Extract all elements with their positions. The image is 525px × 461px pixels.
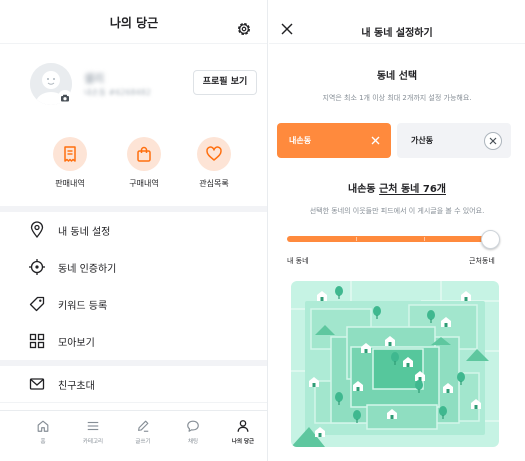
chat-icon bbox=[187, 420, 199, 432]
range-title: 내손동 근처 동네 76개 bbox=[269, 180, 525, 195]
sales-history-label: 판매내역 bbox=[55, 179, 85, 188]
section-title: 동네 선택 bbox=[376, 71, 418, 82]
profile-section[interactable]: 셀리 내손동 #6268482 프로필 보기 bbox=[0, 44, 267, 120]
neighborhood-map-illustration bbox=[291, 281, 499, 447]
tab-write[interactable]: 글쓰기 bbox=[118, 419, 168, 445]
slider-step-mark bbox=[424, 237, 425, 241]
menu-item-label: 내 동네 설정 bbox=[58, 227, 111, 238]
neighborhood-settings-screen: 내 동네 설정하기 동네 선택 지역은 최소 1개 이상 최대 2개까지 설정 … bbox=[269, 0, 525, 461]
top-bar: 내 동네 설정하기 bbox=[269, 0, 525, 44]
receipt-icon bbox=[64, 146, 76, 162]
top-bar: 나의 당근 bbox=[0, 0, 267, 44]
page-title: 내 동네 설정하기 bbox=[361, 28, 433, 39]
wishlist-button[interactable]: 관심목록 bbox=[186, 137, 242, 189]
section-description: 지역은 최소 1개 이상 최대 2개까지 설정 가능해요. bbox=[322, 94, 472, 102]
slider-max-label: 근처동네 bbox=[469, 257, 495, 265]
tab-label: 나의 당근 bbox=[231, 439, 255, 445]
purchase-history-button[interactable]: 구매내역 bbox=[116, 137, 172, 189]
range-description: 선택한 동네의 이웃들만 피드에서 이 게시글을 볼 수 있어요. bbox=[309, 207, 485, 215]
neighborhood-chip[interactable]: 가산동 bbox=[397, 123, 511, 158]
tab-label: 글쓰기 bbox=[135, 439, 151, 445]
menu-item-label: 키워드 등록 bbox=[58, 301, 108, 312]
envelope-icon bbox=[29, 378, 45, 390]
profile-user-id: 내손동 #6268482 bbox=[84, 88, 151, 97]
person-icon bbox=[237, 420, 249, 432]
tab-chat[interactable]: 채팅 bbox=[168, 419, 218, 445]
tab-category[interactable]: 카테고리 bbox=[68, 419, 118, 445]
menu-item-label: 동네 인증하기 bbox=[58, 264, 117, 275]
my-karrot-screen: 나의 당근 셀리 내손동 #6268482 프로필 보기 판매내역 구매내역 관… bbox=[0, 0, 268, 461]
purchase-history-label: 구매내역 bbox=[129, 179, 159, 188]
shopping-bag-icon bbox=[137, 146, 151, 162]
view-profile-button[interactable]: 프로필 보기 bbox=[193, 70, 257, 95]
menu-item-invite-friends[interactable]: 친구초대 bbox=[0, 366, 267, 402]
target-icon bbox=[29, 259, 45, 275]
range-slider-handle[interactable] bbox=[481, 230, 500, 249]
grid-icon bbox=[29, 333, 45, 349]
range-slider-track[interactable] bbox=[287, 236, 493, 242]
wishlist-label: 관심목록 bbox=[199, 179, 229, 188]
menu-item-my-neighborhood[interactable]: 내 동네 설정 bbox=[0, 212, 267, 248]
menu-icon bbox=[87, 421, 99, 431]
bottom-tab-bar: 홈 카테고리 글쓰기 채팅 나의 당근 bbox=[0, 410, 267, 461]
menu-item-collections[interactable]: 모아보기 bbox=[0, 323, 267, 359]
pencil-icon bbox=[138, 420, 149, 432]
gear-icon[interactable] bbox=[236, 21, 252, 37]
range-neighborhood: 내손동 bbox=[348, 184, 376, 195]
slider-min-label: 내 동네 bbox=[287, 257, 309, 265]
slider-step-mark bbox=[356, 237, 357, 241]
remove-button[interactable] bbox=[484, 132, 502, 150]
remove-icon bbox=[489, 137, 497, 145]
page-title: 나의 당근 bbox=[109, 16, 159, 30]
neighborhood-name: 가산동 bbox=[411, 136, 434, 145]
menu-item-label: 모아보기 bbox=[58, 338, 95, 349]
sales-history-button[interactable]: 판매내역 bbox=[42, 137, 98, 189]
home-icon bbox=[37, 420, 49, 432]
range-count[interactable]: 근처 동네 76개 bbox=[379, 184, 446, 195]
tab-label: 홈 bbox=[40, 439, 46, 445]
menu-item-label: 친구초대 bbox=[58, 381, 95, 392]
neighborhood-chip-selected[interactable]: 내손동 bbox=[277, 123, 391, 158]
neighborhood-name: 내손동 bbox=[289, 136, 312, 145]
tab-label: 채팅 bbox=[187, 439, 199, 445]
tab-home[interactable]: 홈 bbox=[18, 419, 68, 445]
menu-item-keywords[interactable]: 키워드 등록 bbox=[0, 286, 267, 322]
camera-icon[interactable] bbox=[58, 90, 72, 104]
menu-divider bbox=[0, 402, 267, 403]
tag-icon bbox=[29, 296, 45, 312]
profile-nickname: 셀리 bbox=[84, 72, 105, 85]
tab-my-karrot[interactable]: 나의 당근 bbox=[218, 419, 267, 445]
location-pin-icon bbox=[30, 221, 44, 239]
remove-icon[interactable] bbox=[371, 136, 380, 145]
tab-label: 카테고리 bbox=[82, 439, 104, 445]
menu-item-verify-neighborhood[interactable]: 동네 인증하기 bbox=[0, 249, 267, 285]
heart-icon bbox=[206, 146, 222, 161]
